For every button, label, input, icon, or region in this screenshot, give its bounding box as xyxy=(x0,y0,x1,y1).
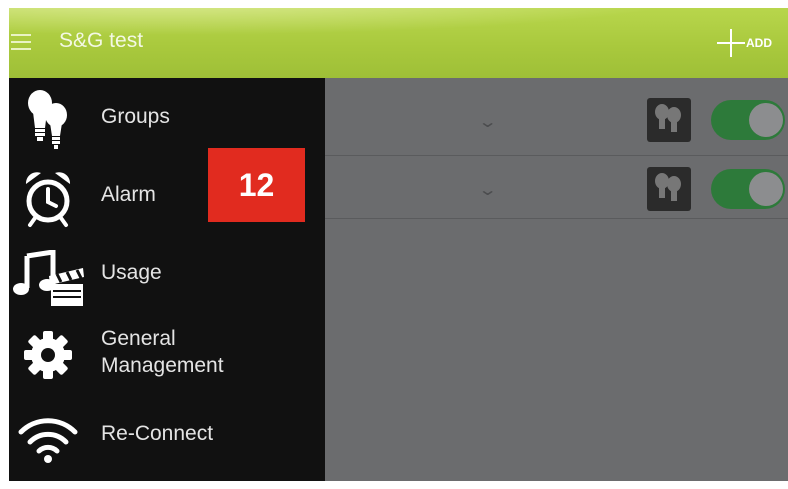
drawer-item-re-connect[interactable]: Re-Connect xyxy=(9,408,325,474)
lightbulb-icon xyxy=(655,104,681,132)
group-bulb-button[interactable] xyxy=(647,98,691,142)
drawer-item-groups[interactable]: Groups xyxy=(9,86,325,156)
gear-icon xyxy=(24,331,72,379)
chevron-down-icon[interactable]: ⌄ xyxy=(478,112,498,132)
drawer-item-general-management[interactable]: General Management xyxy=(9,322,325,404)
chevron-down-icon[interactable]: ⌄ xyxy=(478,180,498,200)
group-list: ⌄ ⌄ xyxy=(325,78,788,219)
lightbulb-icon xyxy=(28,90,67,149)
add-label: ADD xyxy=(746,36,772,50)
drawer-item-label: General Management xyxy=(101,327,224,377)
hamburger-menu-icon[interactable] xyxy=(11,34,31,50)
toggle-knob xyxy=(749,103,783,137)
toggle-knob xyxy=(749,172,783,206)
add-button[interactable]: ADD xyxy=(717,28,772,58)
group-bulb-button[interactable] xyxy=(647,167,691,211)
group-power-toggle[interactable] xyxy=(711,100,785,140)
app-title: S&G test xyxy=(59,29,144,52)
drawer-item-label: Usage xyxy=(101,261,162,284)
group-power-toggle[interactable] xyxy=(711,169,785,209)
callout-number-badge: 12 xyxy=(208,148,305,222)
music-clapper-icon xyxy=(13,250,84,306)
plus-icon xyxy=(717,29,745,57)
app-screen: S&G test ADD ⌄ ⌄ Groups Alarm Usage Gene… xyxy=(9,8,788,481)
drawer-item-label: Re-Connect xyxy=(101,422,214,445)
group-row[interactable]: ⌄ xyxy=(325,78,788,156)
drawer-item-label: Alarm xyxy=(101,183,156,206)
drawer-item-usage[interactable]: Usage xyxy=(9,242,325,314)
action-bar: S&G test ADD xyxy=(9,8,788,78)
group-row[interactable]: ⌄ xyxy=(325,156,788,219)
wifi-icon xyxy=(18,418,78,463)
lightbulb-icon xyxy=(655,173,681,201)
drawer-item-label: Groups xyxy=(101,105,170,128)
alarm-clock-icon xyxy=(25,172,71,227)
navigation-drawer: Groups Alarm Usage General Management Re… xyxy=(9,78,325,481)
